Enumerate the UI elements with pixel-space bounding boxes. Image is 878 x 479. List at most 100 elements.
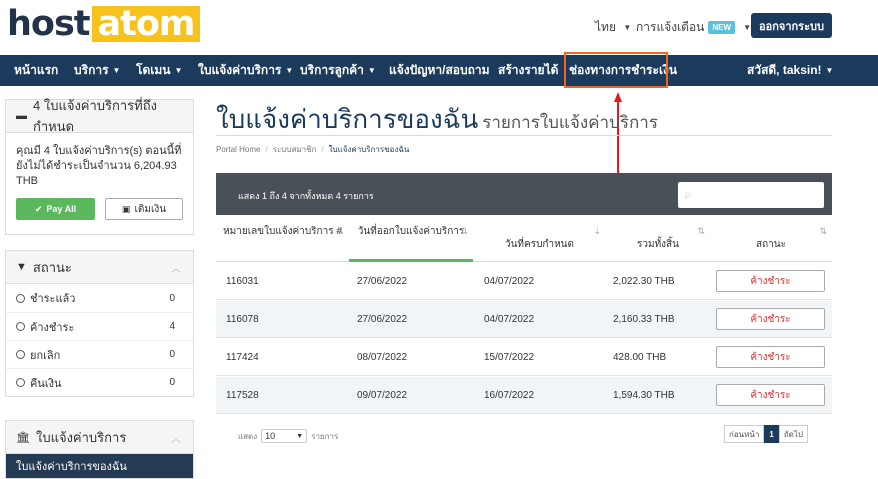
status-filter-cancelled[interactable]: ยกเลิก 0 xyxy=(6,340,193,368)
status-filter-panel: ▼ สถานะ ︿ ชำระแล้ว 0 ค้างชำระ 4 ยกเลิก 0 คื… xyxy=(5,250,194,397)
nav-open-ticket[interactable]: แจ้งปัญหา/สอบถาม xyxy=(389,55,490,86)
chevron-down-icon: ▼ xyxy=(825,66,834,76)
nav-user-menu[interactable]: สวัสดี, taksin! ▼ xyxy=(747,55,833,86)
chevron-up-icon: ︿ xyxy=(171,433,181,445)
invoice-total: 2,160.33 THB xyxy=(613,314,675,325)
credit-card-icon: ▬ xyxy=(16,110,27,122)
table-footer: แสดง 10 ▼ รายการ ก่อนหน้า 1 ถัดไป xyxy=(216,421,832,447)
nav-affiliates[interactable]: สร้างรายได้ xyxy=(498,55,558,86)
radio-circle-icon xyxy=(16,293,25,303)
chevron-down-icon: ▼ xyxy=(743,23,751,32)
check-circle-icon: ✔ xyxy=(34,203,43,214)
add-funds-button[interactable]: ▣ เติมเงิน xyxy=(105,198,183,220)
breadcrumb: Portal Home / ระบบสมาชิก / ใบแจ้งค่าบริการขอ… xyxy=(216,145,410,154)
status-filter-paid[interactable]: ชำระแล้ว 0 xyxy=(6,284,193,312)
radio-circle-icon xyxy=(16,322,25,331)
chevron-down-icon: ▼ xyxy=(285,66,294,76)
radio-circle-icon xyxy=(16,350,25,359)
page-title-text: ใบแจ้งค่าบริการของฉัน xyxy=(216,104,479,134)
page-size-select[interactable]: 10 ▼ xyxy=(261,429,308,443)
logo-text-host: host xyxy=(7,4,91,44)
pay-all-button[interactable]: ✔ Pay All xyxy=(16,198,95,220)
table-search-input[interactable]: ⌕ xyxy=(678,182,824,208)
status-count: 0 xyxy=(169,349,175,360)
nav-services[interactable]: บริการ ▼ xyxy=(74,55,120,86)
nav-domains[interactable]: โดเมน ▼ xyxy=(136,55,182,86)
invoice-due-date: 16/07/2022 xyxy=(484,390,535,401)
sidebar-item-my-invoices[interactable]: ใบแจ้งค่าบริการของฉัน xyxy=(6,454,193,478)
column-label: หมายเลขใบแจ้งค่าบริการ # xyxy=(223,226,342,237)
logout-button[interactable]: ออกจากระบบ xyxy=(751,13,832,38)
invoice-id: 117424 xyxy=(226,352,259,363)
nav-home[interactable]: หน้าแรก xyxy=(14,55,58,86)
nav-label: บริการลูกค้า xyxy=(300,63,364,77)
column-total[interactable]: รวมทั้งสิ้น ⇅ xyxy=(606,215,710,262)
status-badge[interactable]: ค้างชำระ xyxy=(716,384,825,406)
column-due-date[interactable]: วันที่ครบกำหนด ⇣ xyxy=(473,215,606,262)
chevron-down-icon: ▼ xyxy=(623,23,632,33)
pagination-current-page[interactable]: 1 xyxy=(764,425,779,443)
status-filter-unpaid[interactable]: ค้างชำระ 4 xyxy=(6,312,193,340)
status-count: 0 xyxy=(169,292,175,304)
pagination-next[interactable]: ถัดไป xyxy=(778,425,808,443)
chevron-down-icon: ▼ xyxy=(296,432,304,440)
breadcrumb-home[interactable]: Portal Home xyxy=(216,145,260,154)
annotation-highlight-box xyxy=(564,52,668,88)
invoice-total: 428.00 THB xyxy=(613,352,667,363)
column-invoice-number[interactable]: หมายเลขใบแจ้งค่าบริการ # ⇅ xyxy=(216,215,349,262)
due-invoices-panel: ▬ 4 ใบแจ้งค่าบริการที่ถึงกำหนด คุณมี 4 ใ… xyxy=(5,98,194,235)
hostatom-logo[interactable]: host atom xyxy=(7,4,201,44)
breadcrumb-client-area[interactable]: ระบบสมาชิก xyxy=(273,145,317,154)
invoice-id: 117528 xyxy=(226,390,259,401)
status-filter-refunded[interactable]: คืนเงิน 0 xyxy=(6,368,193,396)
status-badge[interactable]: ค้างชำระ xyxy=(716,346,825,368)
status-label: ชำระแล้ว xyxy=(30,293,76,305)
table-row[interactable]: 117424 08/07/2022 15/07/2022 428.00 THB … xyxy=(216,339,832,376)
invoice-due-date: 04/07/2022 xyxy=(484,276,535,287)
table-row[interactable]: 116078 27/06/2022 04/07/2022 2,160.33 TH… xyxy=(216,301,832,338)
chevron-down-icon: ▼ xyxy=(367,66,376,76)
billing-menu-panel: 🏛 ใบแจ้งค่าบริการ ︿ ใบแจ้งค่าบริการของฉั… xyxy=(5,420,194,479)
page-size-value: 10 xyxy=(265,431,276,441)
sort-icon: ⇅ xyxy=(460,226,468,236)
logo-text-atom: atom xyxy=(91,6,201,42)
show-label: แสดง xyxy=(238,431,258,441)
invoice-id: 116031 xyxy=(226,276,259,287)
notifications-menu[interactable]: การแจ้งเตือน NEW ▼ xyxy=(636,18,751,37)
invoice-issued-date: 08/07/2022 xyxy=(357,352,408,363)
status-count: 0 xyxy=(169,377,175,388)
language-selector[interactable]: ไทย ▼ xyxy=(595,18,631,37)
table-info: แสดง 1 ถึง 4 จากทั้งหมด 4 รายการ xyxy=(238,191,374,201)
table-row[interactable]: 117528 09/07/2022 16/07/2022 1,594.30 TH… xyxy=(216,377,832,414)
table-row[interactable]: 116031 27/06/2022 04/07/2022 2,022.30 TH… xyxy=(216,263,832,300)
column-status[interactable]: สถานะ ⇅ xyxy=(710,215,832,262)
panel-heading[interactable]: ▼ สถานะ ︿ xyxy=(6,251,193,284)
invoice-due-date: 15/07/2022 xyxy=(484,352,535,363)
nav-billing[interactable]: ใบแจ้งค่าบริการ ▼ xyxy=(198,55,293,86)
top-bar: host atom ไทย ▼ การแจ้งเตือน NEW ▼ ออกจาก… xyxy=(0,0,878,55)
language-label: ไทย xyxy=(595,20,616,34)
column-label: สถานะ xyxy=(756,239,786,250)
nav-label: แจ้งปัญหา/สอบถาม xyxy=(389,63,490,77)
nav-support[interactable]: บริการลูกค้า ▼ xyxy=(300,55,376,86)
pagination: ก่อนหน้า 1 ถัดไป xyxy=(724,425,808,443)
main-content: ใบแจ้งค่าบริการของฉัน รายการใบแจ้งค่าบริก… xyxy=(216,99,833,140)
status-count: 4 xyxy=(169,321,175,332)
items-label: รายการ xyxy=(311,431,339,441)
notifications-label: การแจ้งเตือน xyxy=(636,20,705,34)
panel-heading[interactable]: 🏛 ใบแจ้งค่าบริการ ︿ xyxy=(6,421,193,454)
column-invoice-date[interactable]: วันที่ออกใบแจ้งค่าบริการ ⇅ xyxy=(349,215,473,262)
column-label: วันที่ออกใบแจ้งค่าบริการ xyxy=(357,226,465,237)
chevron-down-icon: ▼ xyxy=(174,66,183,76)
page-subtitle: รายการใบแจ้งค่าบริการ xyxy=(482,113,658,132)
search-icon: ⌕ xyxy=(684,186,692,202)
new-badge: NEW xyxy=(708,21,736,34)
status-label: คืนเงิน xyxy=(30,377,62,390)
status-badge[interactable]: ค้างชำระ xyxy=(716,308,825,330)
pagination-prev[interactable]: ก่อนหน้า xyxy=(724,425,765,443)
status-badge[interactable]: ค้างชำระ xyxy=(716,270,825,292)
sort-icon: ⇅ xyxy=(336,226,344,236)
column-label: รวมทั้งสิ้น xyxy=(637,239,679,250)
invoice-due-date: 04/07/2022 xyxy=(484,314,535,325)
page-size-control: แสดง 10 ▼ รายการ xyxy=(238,429,338,443)
